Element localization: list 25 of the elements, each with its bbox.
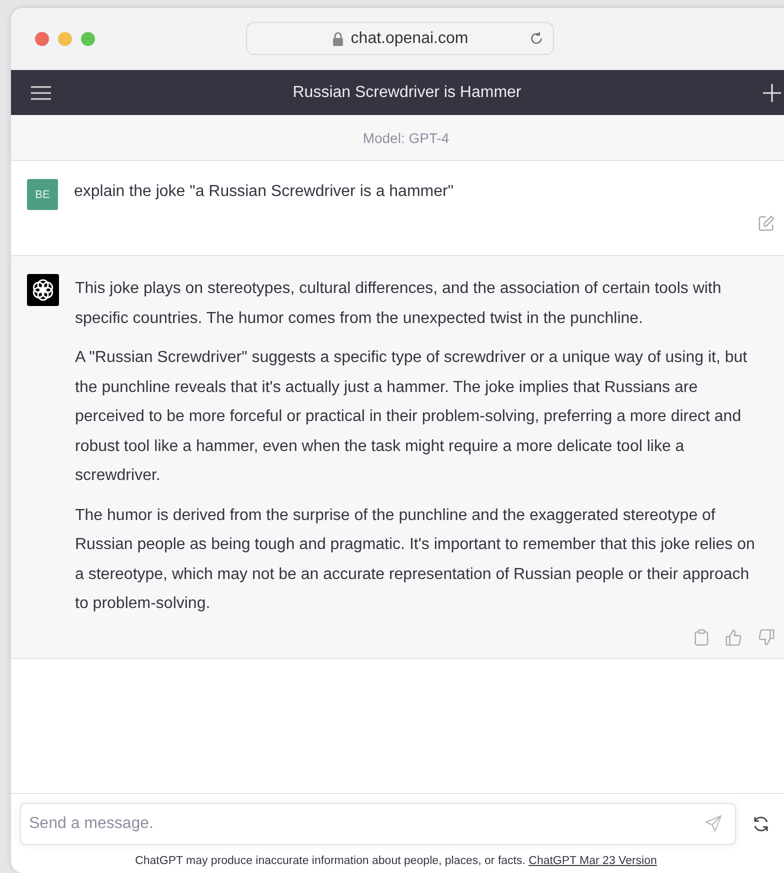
edit-icon[interactable] — [758, 215, 775, 232]
send-icon[interactable] — [705, 815, 722, 832]
message-paragraph: The humor is derived from the surprise of the punchline and the exaggerated stereotype of Russian people as being tough and pragmatic. It's important to remember that this joke relies on a stereotype, which may not be an accurate representation of Russian people or their approach to problem-solving. — [75, 506, 756, 614]
disclaimer-text: ChatGPT may produce inaccurate information about people, places, or facts. ChatGPT Mar 23 Version — [134, 855, 658, 867]
knot-icon — [27, 274, 59, 306]
reload-icon[interactable] — [529, 31, 544, 46]
zoom-button[interactable] — [81, 32, 95, 46]
message-input[interactable]: Send a message. — [20, 803, 736, 845]
thumbs-down-icon[interactable] — [758, 628, 775, 646]
lock-icon — [332, 32, 344, 46]
user-avatar: BE — [27, 179, 58, 210]
plus-icon[interactable] — [763, 84, 781, 102]
clipboard-icon[interactable] — [694, 628, 709, 646]
address-bar[interactable]: chat.openai.com — [246, 22, 554, 55]
close-button[interactable] — [35, 32, 49, 46]
minimize-button[interactable] — [58, 32, 72, 46]
thumbs-up-icon[interactable] — [725, 628, 742, 646]
message-paragraph: This joke plays on stereotypes, cultural differences, and the association of certain tools with specific countries. The humor comes from the unexpected twist in the punchline. — [75, 279, 722, 328]
message-paragraph: A "Russian Screwdriver" suggests a specific type of screwdriver or a unique way of using it, but the punchline reveals that it's actually just a hammer. The joke implies that Russians are perceived to be more forceful or practical in their problem-solving, preferring a more direct and robust tool like a hammer, even when the task might require a more delicate tool like a screwdriver. — [75, 348, 748, 486]
refresh-icon[interactable] — [752, 815, 770, 833]
model-label: Model: GPT-4 — [362, 130, 450, 146]
version-link[interactable]: ChatGPT Mar 23 Version — [528, 855, 657, 867]
message-text: explain the joke "a Russian Screwdriver is a hammer" — [74, 183, 455, 201]
menu-icon[interactable] — [31, 84, 51, 100]
chat-title: Russian Screwdriver is Hammer — [292, 84, 522, 102]
